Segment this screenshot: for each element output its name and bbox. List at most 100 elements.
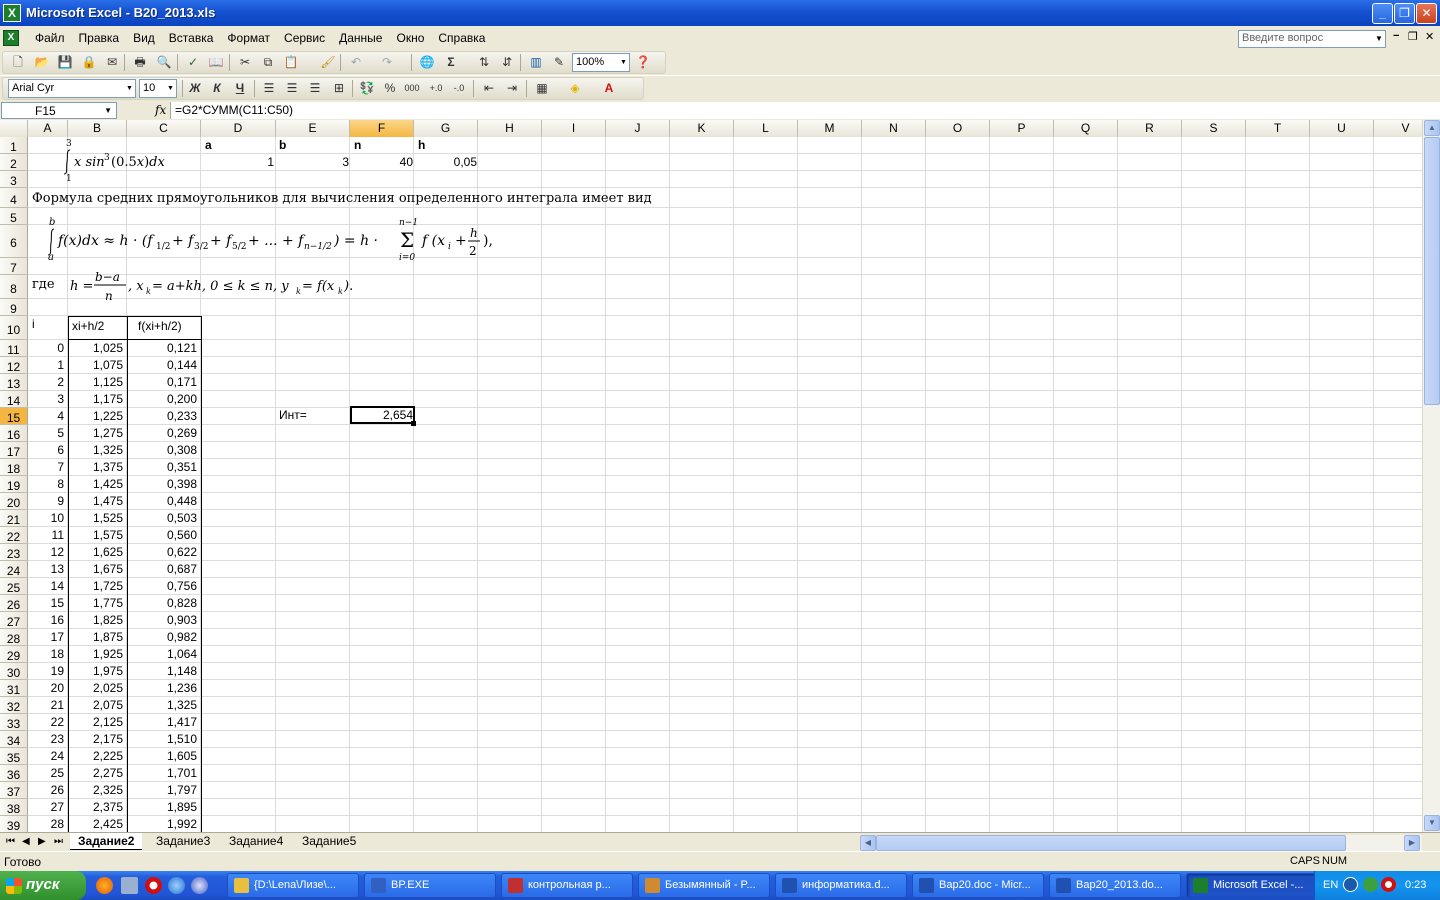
row-header-17[interactable]: 17	[0, 442, 28, 459]
opera-icon[interactable]	[145, 877, 162, 894]
column-header-v[interactable]: V	[1374, 120, 1422, 137]
help-icon[interactable]: ❓	[634, 54, 652, 71]
column-header-l[interactable]: L	[734, 120, 798, 137]
sheet-tab-5[interactable]: Задание5	[294, 833, 364, 850]
print-preview-icon[interactable]: 🔍	[155, 54, 173, 71]
table-cell-i[interactable]: 9	[28, 494, 66, 508]
row-header-14[interactable]: 14	[0, 391, 28, 408]
row-header-26[interactable]: 26	[0, 595, 28, 612]
format-painter-icon[interactable]: 🖌	[319, 54, 337, 71]
doc-restore-icon[interactable]: ❐	[1408, 30, 1418, 43]
row-header-11[interactable]: 11	[0, 340, 28, 357]
table-cell-i[interactable]: 26	[28, 783, 66, 797]
borders-icon[interactable]: ▦	[533, 80, 551, 97]
menu-item-0[interactable]: Файл	[28, 30, 72, 46]
increase-decimal-icon[interactable]: +.0	[427, 80, 445, 97]
row-header-2[interactable]: 2	[0, 154, 28, 171]
bluetooth-icon[interactable]	[1343, 877, 1358, 892]
taskbar-item-5[interactable]: Bap20.doc - Micr...	[912, 873, 1044, 898]
taskbar-item-6[interactable]: Bap20_2013.do...	[1049, 873, 1181, 898]
table-cell-i[interactable]: 28	[28, 817, 66, 831]
sheet-tab-4[interactable]: Задание4	[221, 833, 291, 850]
table-cell-i[interactable]: 2	[28, 375, 66, 389]
param-b-value[interactable]: 3	[276, 155, 351, 169]
italic-button[interactable]: К	[208, 80, 226, 97]
vertical-scroll-thumb[interactable]	[1424, 137, 1440, 405]
align-center-icon[interactable]: ☰	[283, 80, 301, 97]
table-cell-i[interactable]: 8	[28, 477, 66, 491]
taskbar-item-0[interactable]: {D:\Lena\Лизе\...	[227, 873, 359, 898]
chevron-down-icon[interactable]: ▼	[618, 54, 629, 71]
row-header-24[interactable]: 24	[0, 561, 28, 578]
row-header-38[interactable]: 38	[0, 799, 28, 816]
row-header-7[interactable]: 7	[0, 258, 28, 275]
font-size-select[interactable]: 10 ▼	[139, 79, 177, 98]
table-cell-i[interactable]: 3	[28, 392, 66, 406]
table-cell-i[interactable]: 14	[28, 579, 66, 593]
sort-asc-icon[interactable]: ⇅	[475, 54, 493, 71]
table-cell-i[interactable]: 4	[28, 409, 66, 423]
column-header-s[interactable]: S	[1182, 120, 1246, 137]
close-button[interactable]: ✕	[1416, 3, 1437, 24]
column-header-t[interactable]: T	[1246, 120, 1310, 137]
row-header-32[interactable]: 32	[0, 697, 28, 714]
insert-function-icon[interactable]: fx	[155, 103, 166, 117]
table-cell-i[interactable]: 1	[28, 358, 66, 372]
scroll-down-icon[interactable]: ▼	[1424, 815, 1440, 831]
table-cell-i[interactable]: 22	[28, 715, 66, 729]
row-header-30[interactable]: 30	[0, 663, 28, 680]
paste-icon[interactable]: 📋	[282, 54, 300, 71]
row-header-5[interactable]: 5	[0, 208, 28, 225]
menu-item-1[interactable]: Правка	[72, 30, 127, 46]
menu-item-2[interactable]: Вид	[126, 30, 162, 46]
start-button[interactable]: пуск	[0, 871, 86, 900]
row-header-27[interactable]: 27	[0, 612, 28, 629]
table-cell-i[interactable]: 16	[28, 613, 66, 627]
select-all-corner[interactable]	[0, 120, 28, 137]
taskbar-item-3[interactable]: Безымянный - P...	[638, 873, 770, 898]
cut-icon[interactable]: ✂	[236, 54, 254, 71]
table-cell-i[interactable]: 19	[28, 664, 66, 678]
table-cell-i[interactable]: 6	[28, 443, 66, 457]
scroll-left-icon[interactable]: ◀	[860, 835, 876, 851]
restore-button[interactable]: ❐	[1394, 3, 1415, 24]
taskbar-item-4[interactable]: информатика.d...	[775, 873, 907, 898]
scroll-right-icon[interactable]: ▶	[1404, 835, 1420, 851]
email-icon[interactable]: ✉	[103, 54, 121, 71]
taskbar-item-7[interactable]: Microsoft Excel -...	[1186, 873, 1318, 898]
chevron-down-icon[interactable]: ▼	[165, 80, 176, 97]
table-cell-i[interactable]: 17	[28, 630, 66, 644]
menu-item-7[interactable]: Окно	[389, 30, 431, 46]
row-header-19[interactable]: 19	[0, 476, 28, 493]
taskbar-item-2[interactable]: контрольная р...	[501, 873, 633, 898]
row-header-22[interactable]: 22	[0, 527, 28, 544]
column-header-p[interactable]: P	[990, 120, 1054, 137]
menu-item-6[interactable]: Данные	[332, 30, 389, 46]
network-icon[interactable]	[1363, 877, 1378, 892]
column-header-g[interactable]: G	[414, 120, 478, 137]
bold-button[interactable]: Ж	[186, 80, 204, 97]
firefox-icon[interactable]	[96, 877, 113, 894]
table-cell-i[interactable]: 12	[28, 545, 66, 559]
percent-icon[interactable]: %	[381, 80, 399, 97]
currency-icon[interactable]: 💱	[358, 80, 376, 97]
formula-input[interactable]: =G2*СУММ(C11:C50)	[170, 102, 1440, 119]
row-header-3[interactable]: 3	[0, 171, 28, 188]
prev-sheet-icon[interactable]: ◀	[22, 836, 30, 847]
table-cell-i[interactable]: 25	[28, 766, 66, 780]
ie-icon[interactable]	[168, 877, 185, 894]
doc-close-icon[interactable]: ✕	[1425, 30, 1434, 43]
permission-icon[interactable]: 🔒	[80, 54, 98, 71]
table-cell-i[interactable]: 18	[28, 647, 66, 661]
underline-button[interactable]: Ч	[231, 80, 249, 97]
column-header-q[interactable]: Q	[1054, 120, 1118, 137]
menu-item-4[interactable]: Формат	[220, 30, 277, 46]
column-header-n[interactable]: N	[862, 120, 926, 137]
comma-style-icon[interactable]: 000	[403, 80, 421, 97]
row-header-10[interactable]: 10	[0, 316, 28, 340]
zoom-select[interactable]: 100% ▼	[572, 53, 630, 72]
chevron-down-icon[interactable]: ▼	[1373, 31, 1385, 47]
minimize-button[interactable]: _	[1372, 3, 1393, 24]
row-header-9[interactable]: 9	[0, 299, 28, 316]
row-header-39[interactable]: 39	[0, 816, 28, 832]
